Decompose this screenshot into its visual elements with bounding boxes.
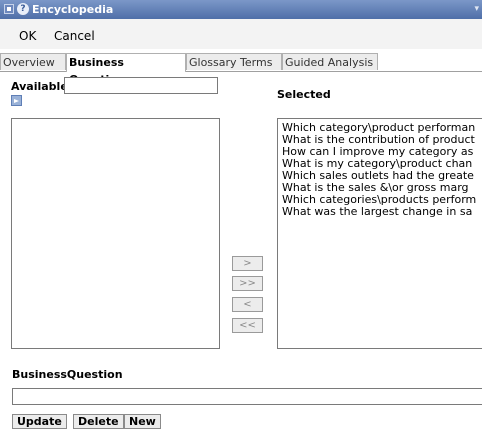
tab-business-questions[interactable]: Business Questions: [66, 53, 186, 86]
update-button[interactable]: Update: [12, 414, 67, 429]
chevron-down-icon[interactable]: ▾: [474, 4, 479, 14]
tab-glossary-terms[interactable]: Glossary Terms: [186, 53, 282, 70]
remove-selected-button[interactable]: <: [232, 297, 263, 312]
tab-bar: Overview Business Questions Glossary Ter…: [0, 53, 482, 86]
add-selected-button[interactable]: >: [232, 256, 263, 271]
selected-label: Selected: [277, 88, 331, 101]
delete-button[interactable]: Delete: [73, 414, 124, 429]
available-label: Available: [11, 80, 68, 93]
selected-list[interactable]: Which category\product performan What is …: [277, 118, 482, 349]
window-title: Encyclopedia: [32, 3, 114, 16]
window-menu-icon[interactable]: [4, 4, 14, 14]
available-filter-input[interactable]: [64, 77, 218, 94]
menu-bar: OK Cancel: [0, 19, 482, 49]
tab-overview[interactable]: Overview: [0, 53, 66, 70]
title-bar: ? Encyclopedia ▾: [0, 0, 482, 19]
remove-all-button[interactable]: <<: [232, 318, 263, 333]
add-icon[interactable]: [11, 95, 22, 106]
business-question-input[interactable]: [12, 388, 482, 405]
add-all-button[interactable]: >>: [232, 276, 263, 291]
new-button[interactable]: New: [124, 414, 161, 429]
cancel-button[interactable]: Cancel: [54, 29, 95, 43]
business-question-label: BusinessQuestion: [12, 368, 123, 381]
help-icon[interactable]: ?: [17, 3, 29, 15]
tab-guided-analysis[interactable]: Guided Analysis: [282, 53, 378, 70]
ok-button[interactable]: OK: [19, 29, 36, 43]
available-list[interactable]: [11, 118, 220, 349]
list-item[interactable]: What was the largest change in sa: [278, 206, 482, 218]
